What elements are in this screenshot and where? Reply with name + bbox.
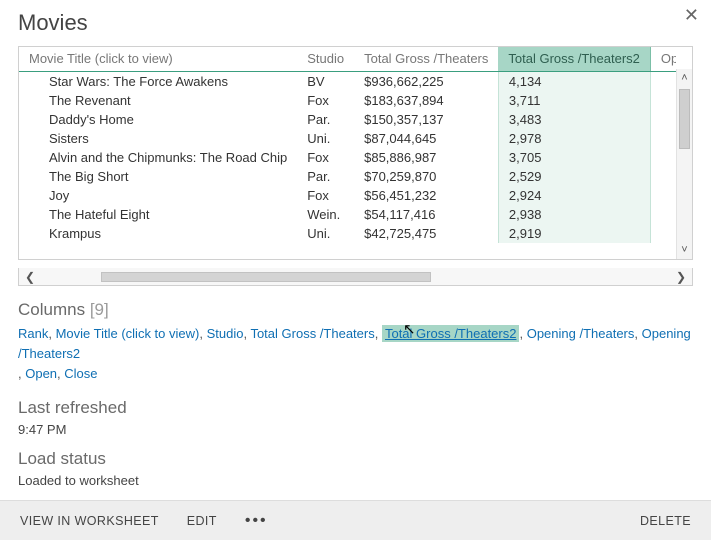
columns-heading-label: Columns [18, 300, 85, 319]
view-in-worksheet-button[interactable]: VIEW IN WORKSHEET [20, 514, 159, 528]
table-cell: $87,044,645 [354, 129, 498, 148]
scroll-down-icon[interactable]: ˅ [677, 241, 692, 259]
table-row[interactable]: JoyFox$56,451,2322,924 [19, 186, 676, 205]
last-refreshed-heading: Last refreshed [18, 398, 693, 418]
table-cell: Fox [297, 91, 354, 110]
table-cell [650, 224, 676, 243]
scroll-right-icon[interactable]: ❯ [670, 270, 692, 284]
table-cell [650, 110, 676, 129]
table-row[interactable]: KrampusUni.$42,725,4752,919 [19, 224, 676, 243]
table-cell: The Hateful Eight [19, 205, 297, 224]
table-cell: $42,725,475 [354, 224, 498, 243]
table-cell: $85,886,987 [354, 148, 498, 167]
column-link[interactable]: Opening /Theaters [527, 326, 635, 341]
edit-button[interactable]: EDIT [187, 514, 217, 528]
scroll-up-icon[interactable]: ˄ [677, 69, 692, 87]
column-header[interactable]: Movie Title (click to view) [19, 47, 297, 72]
column-link[interactable]: Rank [18, 326, 48, 341]
column-link[interactable]: Open [25, 366, 57, 381]
footer-bar: VIEW IN WORKSHEET EDIT ••• DELETE [0, 500, 711, 540]
column-header[interactable]: Total Gross /Theaters [354, 47, 498, 72]
table-cell: Star Wars: The Force Awakens [19, 72, 297, 92]
table-cell [650, 148, 676, 167]
columns-count: [9] [90, 300, 109, 319]
table-cell: Uni. [297, 224, 354, 243]
load-status-value: Loaded to worksheet [18, 473, 693, 488]
column-header[interactable]: Op [650, 47, 676, 72]
table-row[interactable]: Alvin and the Chipmunks: The Road ChipFo… [19, 148, 676, 167]
vertical-scrollbar[interactable]: ˄ ˅ [676, 69, 692, 259]
table-cell: Krampus [19, 224, 297, 243]
column-link[interactable]: Total Gross /Theaters2 [382, 325, 520, 342]
table-cell [650, 186, 676, 205]
scroll-thumb[interactable] [679, 89, 690, 149]
table-cell [650, 205, 676, 224]
table-cell: 3,705 [498, 148, 650, 167]
table-row[interactable]: Star Wars: The Force AwakensBV$936,662,2… [19, 72, 676, 92]
table-cell: $183,637,894 [354, 91, 498, 110]
load-status-heading: Load status [18, 449, 693, 469]
more-button[interactable]: ••• [245, 512, 268, 530]
close-icon[interactable]: ✕ [684, 6, 699, 24]
table-cell: Sisters [19, 129, 297, 148]
delete-button[interactable]: DELETE [640, 514, 691, 528]
table-row[interactable]: The Big ShortPar.$70,259,8702,529 [19, 167, 676, 186]
table-cell: BV [297, 72, 354, 92]
table-cell: Fox [297, 148, 354, 167]
table-cell: $54,117,416 [354, 205, 498, 224]
table-cell: 2,919 [498, 224, 650, 243]
table-cell: 4,134 [498, 72, 650, 92]
hscroll-thumb[interactable] [101, 272, 431, 282]
table-row[interactable]: The Hateful EightWein.$54,117,4162,938 [19, 205, 676, 224]
columns-heading: Columns [9] [18, 300, 693, 320]
columns-list: Rank, Movie Title (click to view), Studi… [18, 324, 693, 384]
table-cell: The Big Short [19, 167, 297, 186]
horizontal-scrollbar[interactable]: ❮ ❯ [18, 268, 693, 286]
column-header[interactable]: Total Gross /Theaters2 [498, 47, 650, 72]
table-cell: 2,938 [498, 205, 650, 224]
column-link[interactable]: Movie Title (click to view) [56, 326, 200, 341]
table-cell: Fox [297, 186, 354, 205]
column-header[interactable]: Studio [297, 47, 354, 72]
table-cell: 2,529 [498, 167, 650, 186]
table-cell [650, 72, 676, 92]
table-cell: Alvin and the Chipmunks: The Road Chip [19, 148, 297, 167]
table-cell: 2,924 [498, 186, 650, 205]
table-cell: 3,711 [498, 91, 650, 110]
scroll-left-icon[interactable]: ❮ [19, 270, 41, 284]
last-refreshed-value: 9:47 PM [18, 422, 693, 437]
table-cell: The Revenant [19, 91, 297, 110]
column-link[interactable]: Total Gross /Theaters [250, 326, 374, 341]
table-cell: 2,978 [498, 129, 650, 148]
table-cell [650, 91, 676, 110]
table-cell: Wein. [297, 205, 354, 224]
table-cell: Par. [297, 110, 354, 129]
table-cell: Uni. [297, 129, 354, 148]
table-cell: $70,259,870 [354, 167, 498, 186]
table-cell: $150,357,137 [354, 110, 498, 129]
table-cell: $936,662,225 [354, 72, 498, 92]
column-link[interactable]: Close [64, 366, 97, 381]
table-cell: Par. [297, 167, 354, 186]
column-link[interactable]: Studio [207, 326, 244, 341]
table-row[interactable]: Daddy's HomePar.$150,357,1373,483 [19, 110, 676, 129]
data-grid: Movie Title (click to view)StudioTotal G… [18, 46, 693, 260]
table-cell: Joy [19, 186, 297, 205]
table-row[interactable]: SistersUni.$87,044,6452,978 [19, 129, 676, 148]
page-title: Movies [18, 10, 693, 36]
table-cell: Daddy's Home [19, 110, 297, 129]
table-cell [650, 167, 676, 186]
table-row[interactable]: The RevenantFox$183,637,8943,711 [19, 91, 676, 110]
table-cell: 3,483 [498, 110, 650, 129]
table-cell: $56,451,232 [354, 186, 498, 205]
table-cell [650, 129, 676, 148]
